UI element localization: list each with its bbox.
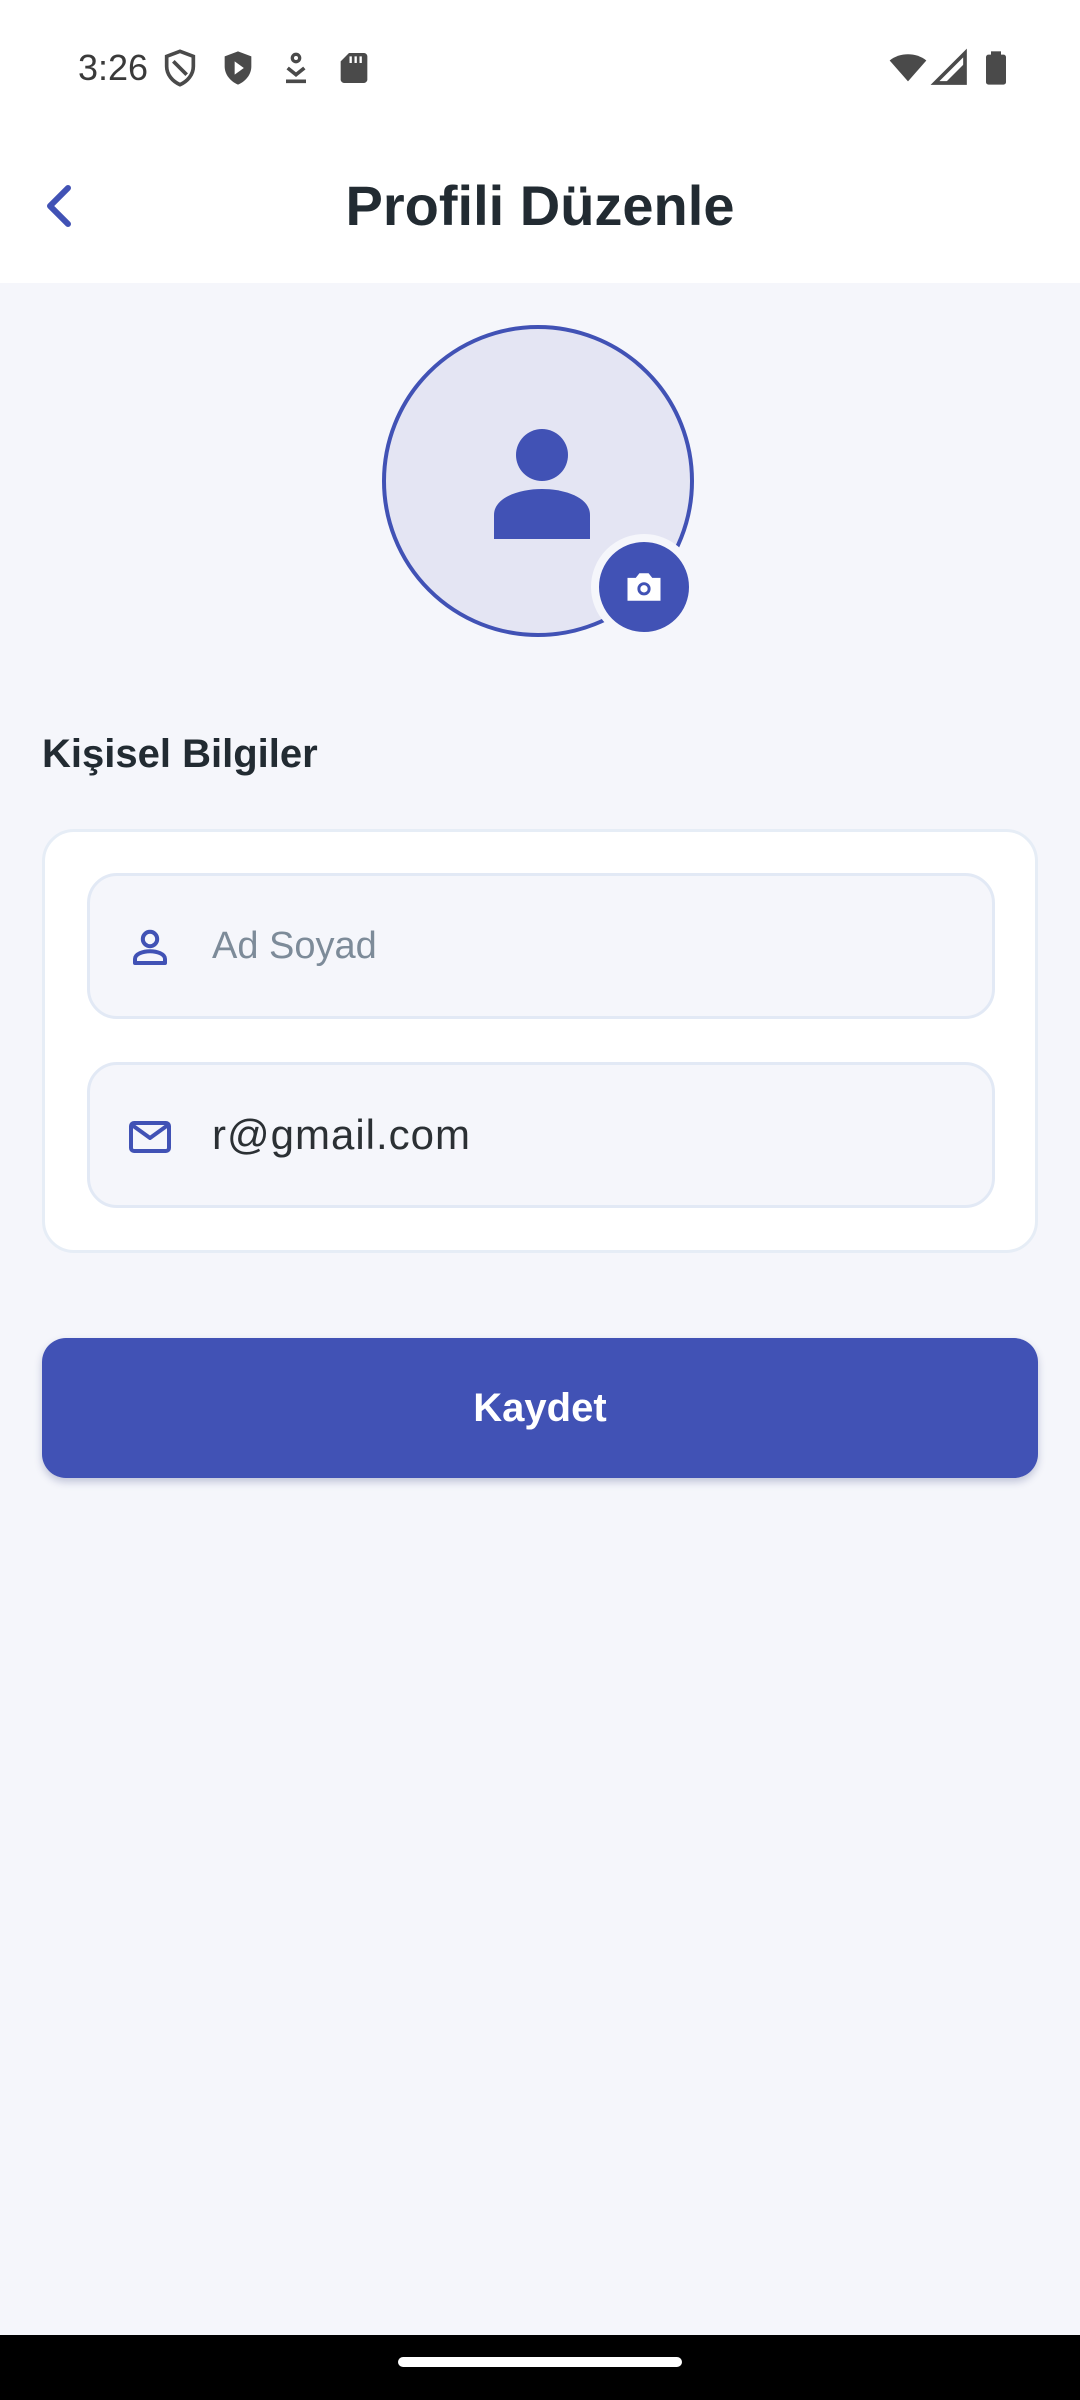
person-icon (494, 429, 590, 539)
section-title: Kişisel Bilgiler (42, 732, 318, 776)
sd-card-icon (340, 53, 368, 83)
mail-icon (129, 1121, 171, 1153)
shield-play-icon (224, 51, 252, 85)
email-value: r@gmail.com (212, 1111, 472, 1158)
signal-icon (930, 48, 967, 85)
system-navigation-bar (0, 2335, 1080, 2400)
status-bar: 3:26 (0, 0, 1080, 130)
person-outline-icon (133, 929, 167, 965)
app-bar: Profili Düzenle (0, 130, 1080, 283)
status-time: 3:26 (78, 47, 149, 88)
name-placeholder: Ad Soyad (212, 925, 377, 967)
home-gesture-handle[interactable] (398, 2357, 682, 2367)
wifi-icon (889, 54, 927, 82)
shield-outline-icon (164, 49, 196, 87)
battery-icon (986, 51, 1006, 85)
change-photo-button[interactable] (591, 534, 697, 640)
save-button[interactable]: Kaydet (42, 1338, 1038, 1478)
name-field[interactable]: Ad Soyad (87, 873, 995, 1019)
page-title: Profili Düzenle (345, 174, 735, 237)
download-icon (286, 52, 306, 84)
camera-icon (627, 573, 661, 601)
personal-info-card: Ad Soyad r@gmail.com (42, 829, 1038, 1253)
edit-profile-screen: 3:26 Profili Düzenle Kişisel Bilgiler Ad… (0, 0, 1080, 2400)
email-field[interactable]: r@gmail.com (87, 1062, 995, 1208)
